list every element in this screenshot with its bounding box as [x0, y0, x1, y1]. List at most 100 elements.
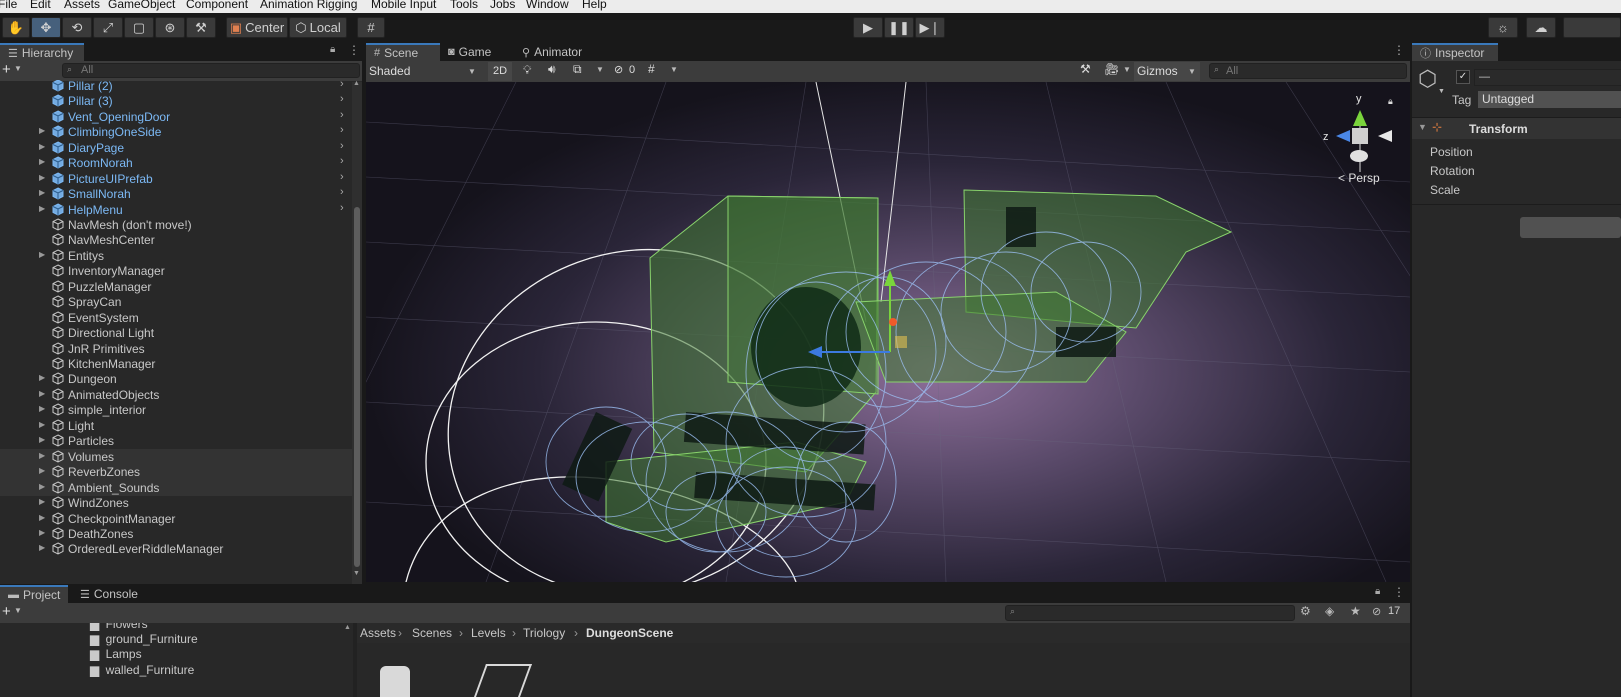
- pivot-space-toggle[interactable]: ⬡ Local: [289, 17, 347, 38]
- hierarchy-row[interactable]: SprayCan: [0, 294, 352, 310]
- fold-arrow-icon[interactable]: ▶: [39, 482, 45, 491]
- fold-arrow-icon[interactable]: ▶: [39, 513, 45, 522]
- menu-tools[interactable]: Tools: [450, 0, 478, 11]
- visibility-icon[interactable]: ⊘: [614, 63, 623, 76]
- tab-scene[interactable]: # Scene: [366, 43, 440, 61]
- tab-project[interactable]: ▬ Project: [0, 585, 68, 603]
- scroll-up-icon[interactable]: ▲: [344, 624, 351, 631]
- hierarchy-row[interactable]: NavMesh (don't move!): [0, 217, 352, 233]
- fold-arrow-icon[interactable]: ▶: [39, 173, 45, 182]
- menu-component[interactable]: Component: [186, 0, 248, 11]
- rect-tool-button[interactable]: ▢: [124, 17, 154, 38]
- menu-assets[interactable]: Assets: [64, 0, 100, 11]
- fold-arrow-icon[interactable]: ▶: [39, 451, 45, 460]
- toggle-2d-button[interactable]: 2D: [488, 62, 512, 81]
- hierarchy-row[interactable]: ▶ Ambient_Sounds: [0, 479, 352, 496]
- pivot-mode-toggle[interactable]: ▣ Center: [226, 17, 288, 38]
- chevron-down-icon[interactable]: ▼: [14, 606, 22, 615]
- hierarchy-row[interactable]: PuzzleManager: [0, 279, 352, 295]
- tab-console[interactable]: ☰ Console: [72, 585, 152, 603]
- lighting-icon[interactable]: 💡︎: [523, 63, 531, 78]
- fold-arrow-icon[interactable]: ▶: [39, 389, 45, 398]
- chevron-down-icon[interactable]: ▼: [1123, 65, 1131, 74]
- breadcrumb-dungeonscene[interactable]: DungeonScene: [586, 626, 673, 640]
- pause-button[interactable]: ❚❚: [884, 17, 914, 38]
- hierarchy-row[interactable]: EventSystem: [0, 310, 352, 326]
- cloud-button[interactable]: ☁: [1526, 17, 1556, 38]
- fold-arrow-icon[interactable]: ▶: [39, 528, 45, 537]
- tools-icon[interactable]: ⚒: [1080, 62, 1091, 76]
- rotate-tool-button[interactable]: ⟲: [62, 17, 92, 38]
- scene-viewport[interactable]: y z 🔒︎ < Persp: [366, 82, 1410, 582]
- hierarchy-row[interactable]: Vent_OpeningDoor ›: [0, 109, 352, 125]
- play-button[interactable]: ▶: [853, 17, 883, 38]
- open-prefab-chevron-icon[interactable]: ›: [340, 140, 344, 152]
- open-prefab-chevron-icon[interactable]: ›: [340, 124, 344, 136]
- breadcrumb-triology[interactable]: Triology: [523, 626, 565, 640]
- menu-mobile-input[interactable]: Mobile Input: [371, 0, 436, 11]
- open-prefab-chevron-icon[interactable]: ›: [340, 155, 344, 167]
- folder-item[interactable]: ▆ Lamps: [90, 647, 340, 663]
- fold-arrow-icon[interactable]: ▶: [39, 126, 45, 135]
- services-button[interactable]: ☼: [1488, 17, 1518, 38]
- more-menu-icon[interactable]: ⋮: [1393, 43, 1405, 57]
- hierarchy-row[interactable]: ▶ Dungeon: [0, 371, 352, 387]
- tab-hierarchy[interactable]: ☰ Hierarchy: [0, 43, 84, 61]
- asset-thumbnail[interactable]: [473, 664, 533, 697]
- fold-arrow-icon[interactable]: ▶: [39, 142, 45, 151]
- scene-search-input[interactable]: ⌕ All: [1209, 63, 1407, 79]
- open-prefab-chevron-icon[interactable]: ›: [340, 109, 344, 121]
- hierarchy-row[interactable]: Pillar (3) ›: [0, 93, 352, 109]
- active-checkbox[interactable]: ✓: [1456, 70, 1470, 84]
- account-button[interactable]: [1563, 17, 1621, 38]
- step-button[interactable]: ▶❘: [915, 17, 945, 38]
- orientation-gizmo[interactable]: y z: [1323, 93, 1392, 172]
- transform-header[interactable]: ▼ ⊹ Transform: [1412, 117, 1621, 139]
- hierarchy-row[interactable]: ▶ ClimbingOneSide ›: [0, 124, 352, 140]
- custom-tool-button[interactable]: ⚒: [186, 17, 216, 38]
- fold-arrow-icon[interactable]: ▶: [39, 250, 45, 259]
- hierarchy-row[interactable]: NavMeshCenter: [0, 232, 352, 248]
- hierarchy-row[interactable]: ▶ HelpMenu ›: [0, 202, 352, 218]
- fold-icon[interactable]: ▼: [1418, 122, 1427, 132]
- hierarchy-row[interactable]: ▶ CheckpointManager: [0, 511, 352, 527]
- transform-tool-button[interactable]: ⊛: [155, 17, 185, 38]
- menu-jobs[interactable]: Jobs: [490, 0, 515, 11]
- fold-arrow-icon[interactable]: ▶: [39, 497, 45, 506]
- hierarchy-row[interactable]: InventoryManager: [0, 263, 352, 279]
- breadcrumb-levels[interactable]: Levels: [471, 626, 506, 640]
- hierarchy-row[interactable]: ▶ Volumes: [0, 448, 352, 465]
- fold-arrow-icon[interactable]: ▶: [39, 543, 45, 552]
- more-menu-icon[interactable]: ⋮: [1393, 585, 1405, 599]
- hand-tool-button[interactable]: ✋: [2, 17, 30, 38]
- grid-toggle-icon[interactable]: #: [648, 62, 655, 76]
- open-prefab-chevron-icon[interactable]: ›: [340, 171, 344, 183]
- tag-dropdown[interactable]: Untagged: [1478, 91, 1621, 108]
- asset-thumbnail[interactable]: [380, 666, 410, 697]
- open-prefab-chevron-icon[interactable]: ›: [340, 93, 344, 105]
- folder-item[interactable]: ▆ walled_Furniture: [90, 663, 340, 679]
- open-prefab-chevron-icon[interactable]: ›: [340, 186, 344, 198]
- hierarchy-row[interactable]: KitchenManager: [0, 356, 352, 372]
- menu-edit[interactable]: Edit: [30, 0, 51, 11]
- project-search-input[interactable]: ⌕: [1005, 605, 1295, 621]
- scroll-down-icon[interactable]: ▼: [353, 570, 360, 577]
- grid-snap-button[interactable]: #: [357, 17, 385, 38]
- hierarchy-row[interactable]: ▶ AnimatedObjects: [0, 387, 352, 403]
- hierarchy-row[interactable]: ▶ SmallNorah ›: [0, 186, 352, 202]
- menu-gameobject[interactable]: GameObject: [108, 0, 175, 11]
- open-prefab-chevron-icon[interactable]: ›: [340, 202, 344, 214]
- hierarchy-row[interactable]: JnR Primitives: [0, 341, 352, 357]
- hierarchy-row[interactable]: ▶ ReverbZones: [0, 464, 352, 481]
- move-tool-button[interactable]: ✥: [31, 17, 61, 38]
- hierarchy-search-input[interactable]: ⌕ All: [62, 63, 360, 78]
- tab-game[interactable]: ◙ Game: [440, 43, 514, 61]
- fold-arrow-icon[interactable]: ▶: [39, 157, 45, 166]
- hierarchy-row[interactable]: Pillar (2) ›: [0, 80, 352, 94]
- favorite-icon[interactable]: ★: [1350, 604, 1361, 618]
- hierarchy-row[interactable]: ▶ Entitys: [0, 248, 352, 264]
- scale-tool-button[interactable]: ⤢: [93, 17, 123, 38]
- breadcrumb-assets[interactable]: Assets: [360, 626, 396, 640]
- hierarchy-row[interactable]: ▶ Particles: [0, 433, 352, 449]
- filter-label-icon[interactable]: ◈: [1325, 604, 1334, 618]
